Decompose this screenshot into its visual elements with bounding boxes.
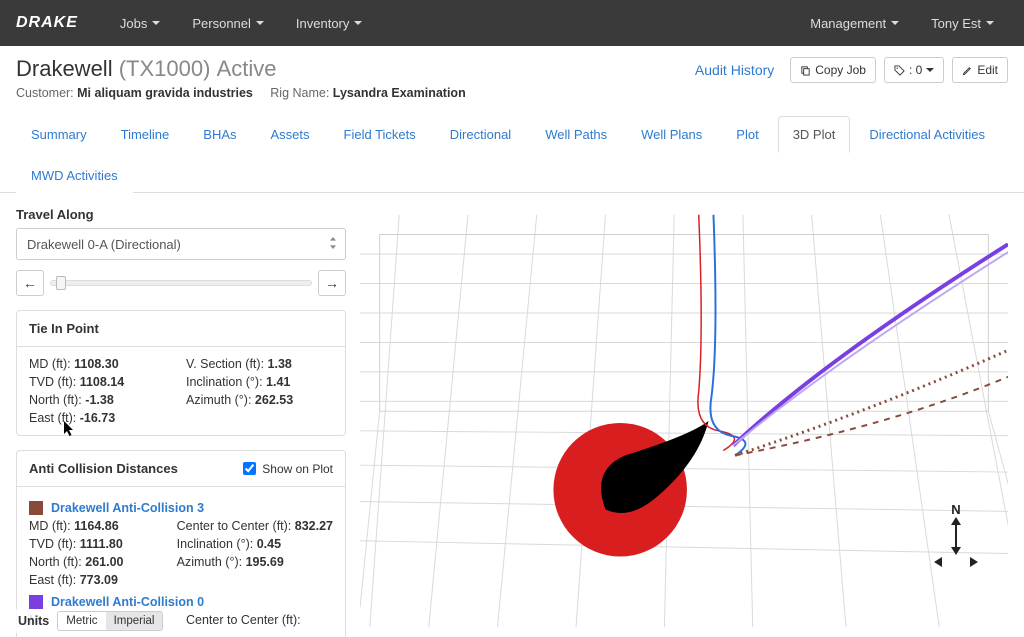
swatch-icon	[29, 595, 43, 609]
tab-summary[interactable]: Summary	[16, 116, 102, 153]
tab-well-paths[interactable]: Well Paths	[530, 116, 622, 153]
tab-3d-plot[interactable]: 3D Plot	[778, 116, 851, 153]
tag-count-button[interactable]: : 0	[884, 57, 944, 83]
tab-assets[interactable]: Assets	[256, 116, 325, 153]
nav-right-group: Management Tony Est	[796, 4, 1008, 43]
caret-icon	[256, 21, 264, 25]
caret-icon	[986, 21, 994, 25]
travel-slider[interactable]	[50, 280, 312, 286]
copy-icon	[800, 65, 811, 76]
swatch-icon	[29, 501, 43, 515]
caret-icon	[926, 68, 934, 72]
tab-directional[interactable]: Directional	[435, 116, 526, 153]
header-actions: Audit History Copy Job : 0 Edit	[687, 56, 1008, 84]
tie-in-heading: Tie In Point	[17, 311, 345, 347]
nav-user[interactable]: Tony Est	[917, 4, 1008, 43]
step-forward-button[interactable]: →	[318, 270, 346, 296]
tab-field-tickets[interactable]: Field Tickets	[329, 116, 431, 153]
tab-plot[interactable]: Plot	[721, 116, 773, 153]
ac-item-0-link[interactable]: Drakewell Anti-Collision 0	[29, 595, 333, 609]
sidebar: Travel Along Drakewell 0-A (Directional)…	[16, 205, 346, 637]
step-back-button[interactable]: ←	[16, 270, 44, 296]
audit-history-link[interactable]: Audit History	[687, 56, 782, 84]
page-header: Drakewell (TX1000) Active Customer: Mi a…	[0, 46, 1024, 109]
tab-bar: Summary Timeline BHAs Assets Field Ticke…	[0, 115, 1024, 193]
units-toggle: Units Metric Imperial	[14, 609, 167, 633]
edit-button[interactable]: Edit	[952, 57, 1008, 83]
caret-icon	[891, 21, 899, 25]
tab-mwd-activities[interactable]: MWD Activities	[16, 157, 133, 193]
caret-icon	[354, 21, 362, 25]
tie-in-panel: Tie In Point MD (ft): 1108.30 V. Section…	[16, 310, 346, 436]
tag-icon	[894, 65, 905, 76]
copy-job-button[interactable]: Copy Job	[790, 57, 876, 83]
top-navbar: DRAKE Jobs Personnel Inventory Managemen…	[0, 0, 1024, 46]
page-title: Drakewell (TX1000) Active	[16, 56, 466, 82]
tab-bhas[interactable]: BHAs	[188, 116, 251, 153]
ac-item-3-link[interactable]: Drakewell Anti-Collision 3	[29, 501, 333, 515]
travel-along-heading: Travel Along	[16, 207, 346, 222]
nav-jobs[interactable]: Jobs	[106, 4, 174, 43]
nav-personnel[interactable]: Personnel	[178, 4, 278, 43]
pencil-icon	[962, 65, 973, 76]
tab-well-plans[interactable]: Well Plans	[626, 116, 717, 153]
plot-3d-canvas[interactable]: N	[360, 205, 1008, 637]
travel-slider-row: ← →	[16, 270, 346, 296]
units-metric-button[interactable]: Metric	[58, 612, 105, 630]
caret-icon	[152, 21, 160, 25]
nav-management[interactable]: Management	[796, 4, 913, 43]
show-on-plot-toggle[interactable]: Show on Plot	[243, 462, 333, 476]
brand-logo[interactable]: DRAKE	[16, 14, 78, 32]
page-subtitle: Customer: Mi aliquam gravida industries …	[16, 86, 466, 100]
nav-inventory[interactable]: Inventory	[282, 4, 376, 43]
units-imperial-button[interactable]: Imperial	[106, 612, 163, 630]
travel-along-select[interactable]: Drakewell 0-A (Directional)	[16, 228, 346, 260]
tab-directional-activities[interactable]: Directional Activities	[854, 116, 1000, 153]
compass-indicator: N	[934, 502, 978, 567]
slider-thumb[interactable]	[56, 276, 66, 290]
nav-left-group: Jobs Personnel Inventory	[106, 4, 377, 43]
show-on-plot-checkbox[interactable]	[243, 462, 256, 475]
anti-collision-heading: Anti Collision Distances Show on Plot	[17, 451, 345, 487]
tab-timeline[interactable]: Timeline	[106, 116, 185, 153]
